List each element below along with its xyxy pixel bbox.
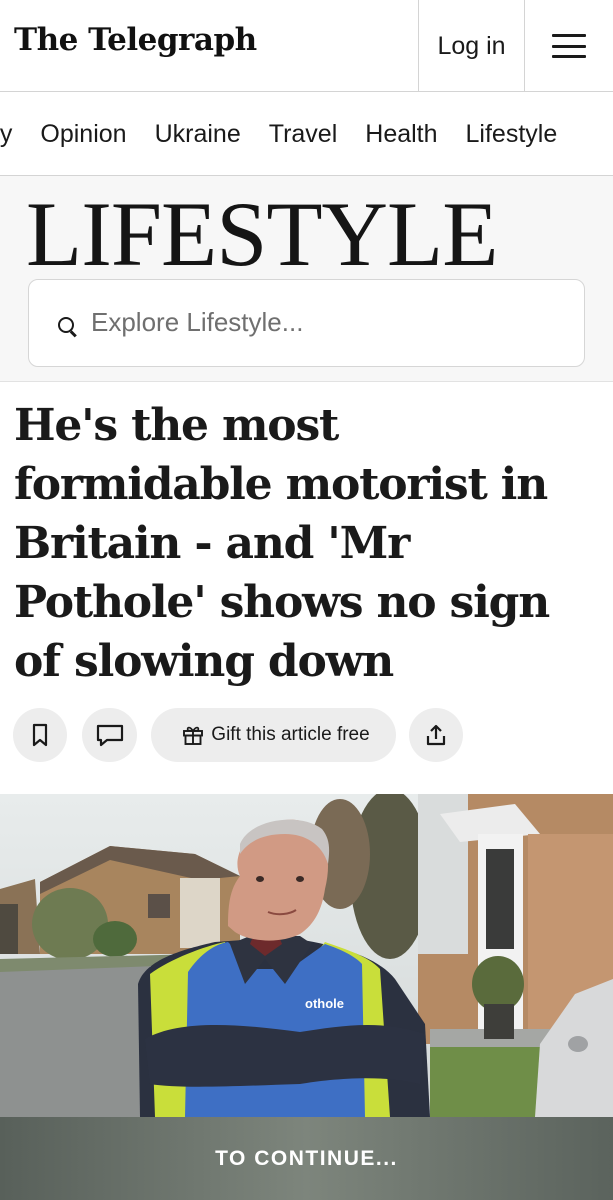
comment-button[interactable] <box>82 708 137 762</box>
telegraph-logo[interactable]: The Telegraph <box>14 22 257 58</box>
bookmark-button[interactable] <box>13 708 67 762</box>
gift-icon <box>183 726 204 745</box>
site-header: The Telegraph Log in <box>0 0 613 92</box>
hamburger-icon <box>552 34 586 58</box>
search-icon <box>58 317 74 333</box>
nav-item-travel[interactable]: Travel <box>269 120 338 149</box>
vest-lettering: othole <box>305 996 344 1011</box>
nav-item-lifestyle[interactable]: Lifestyle <box>466 120 558 149</box>
continue-bar[interactable]: TO CONTINUE... <box>0 1117 613 1200</box>
gift-label: Gift this article free <box>211 724 370 745</box>
comment-icon <box>96 724 123 747</box>
nav-fade <box>553 92 613 175</box>
section-nav: ey Opinion Ukraine Travel Health Lifesty… <box>0 92 613 176</box>
share-icon <box>426 724 446 746</box>
section-title: LIFESTYLE <box>26 183 498 285</box>
gift-article-button[interactable]: Gift this article free <box>151 708 396 762</box>
nav-item-health[interactable]: Health <box>365 120 437 149</box>
search-placeholder: Explore Lifestyle... <box>91 307 304 337</box>
nav-item-opinion[interactable]: Opinion <box>40 120 126 149</box>
article-headline: He's the most formidable motorist in Bri… <box>14 400 550 687</box>
menu-button[interactable] <box>524 0 613 92</box>
nav-track[interactable]: ey Opinion Ukraine Travel Health Lifesty… <box>0 92 585 175</box>
nav-item-money[interactable]: ey <box>0 120 12 149</box>
article-photo: othole <box>0 794 613 1117</box>
share-button[interactable] <box>409 708 463 762</box>
continue-label: TO CONTINUE... <box>215 1146 398 1170</box>
login-button[interactable]: Log in <box>418 0 524 92</box>
nav-item-ukraine[interactable]: Ukraine <box>155 120 241 149</box>
bookmark-icon <box>32 723 48 747</box>
search-input[interactable]: Explore Lifestyle... <box>28 279 585 367</box>
